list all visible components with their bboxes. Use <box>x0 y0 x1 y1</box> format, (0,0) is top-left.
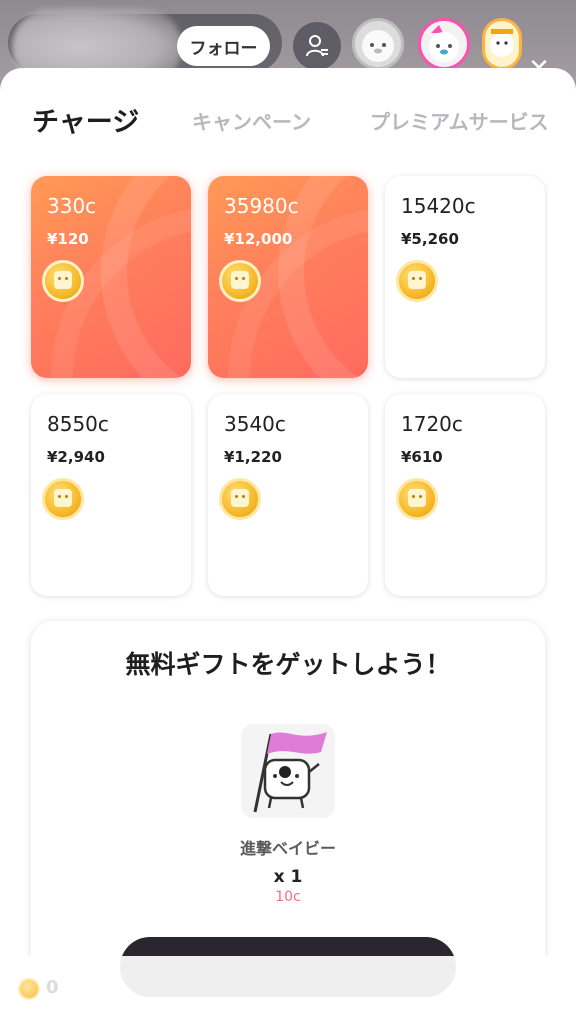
charge-sheet: チャージ キャンペーン プレミアムサービス 330c ¥120 35980c ¥… <box>0 68 576 1024</box>
viewer-list-button[interactable] <box>293 22 341 70</box>
coin-package-card[interactable]: 3540c ¥1,220 <box>208 394 368 596</box>
gift-image <box>241 724 335 818</box>
package-price: ¥120 <box>47 230 89 248</box>
coin-icon <box>18 978 40 1000</box>
viewer-avatar[interactable] <box>482 18 522 70</box>
coin-package-card[interactable]: 35980c ¥12,000 <box>208 176 368 378</box>
close-icon[interactable]: ✕ <box>524 54 554 84</box>
coin-icon <box>219 478 261 520</box>
package-price: ¥1,220 <box>224 448 282 466</box>
package-coins: 3540c <box>224 412 286 436</box>
coin-icon <box>219 260 261 302</box>
coin-package-card[interactable]: 1720c ¥610 <box>385 394 545 596</box>
gift-name: 進撃ベイビー <box>239 839 336 858</box>
package-price: ¥12,000 <box>224 230 293 248</box>
mascot-icon <box>429 25 459 62</box>
mascot-icon <box>362 30 394 62</box>
package-coins: 1720c <box>401 412 463 436</box>
coin-icon <box>396 260 438 302</box>
package-coins: 15420c <box>401 194 476 218</box>
free-gift-title: 無料ギフトをゲットしよう！ <box>125 650 451 679</box>
tab-campaign[interactable]: キャンペーン <box>192 106 311 135</box>
package-price: ¥610 <box>401 448 443 466</box>
flag-mascot-icon <box>253 732 327 813</box>
gift-quantity: x 1 <box>273 867 303 887</box>
package-coins: 8550c <box>47 412 109 436</box>
package-price: ¥2,940 <box>47 448 105 466</box>
viewer-avatar[interactable] <box>418 18 470 70</box>
package-coins: 330c <box>47 194 97 218</box>
coin-package-card[interactable]: 8550c ¥2,940 <box>31 394 191 596</box>
coin-package-card[interactable]: 15420c ¥5,260 <box>385 176 545 378</box>
sticker-icon <box>490 29 514 57</box>
person-list-icon <box>306 35 328 57</box>
tab-bar: チャージ キャンペーン プレミアムサービス <box>0 98 576 148</box>
coin-package-card[interactable]: 330c ¥120 <box>31 176 191 378</box>
package-price: ¥5,260 <box>401 230 459 248</box>
balance-bar: 0 <box>0 956 576 1024</box>
tab-charge[interactable]: チャージ <box>32 100 139 139</box>
coin-balance: 0 <box>46 977 59 998</box>
tab-premium-service[interactable]: プレミアムサービス <box>370 106 549 135</box>
coin-icon <box>42 478 84 520</box>
coin-icon <box>396 478 438 520</box>
coin-icon <box>42 260 84 302</box>
follow-button[interactable]: フォロー <box>177 26 270 66</box>
gift-cost: 10c <box>275 889 301 905</box>
viewer-avatar[interactable] <box>352 18 404 70</box>
package-coins: 35980c <box>224 194 299 218</box>
